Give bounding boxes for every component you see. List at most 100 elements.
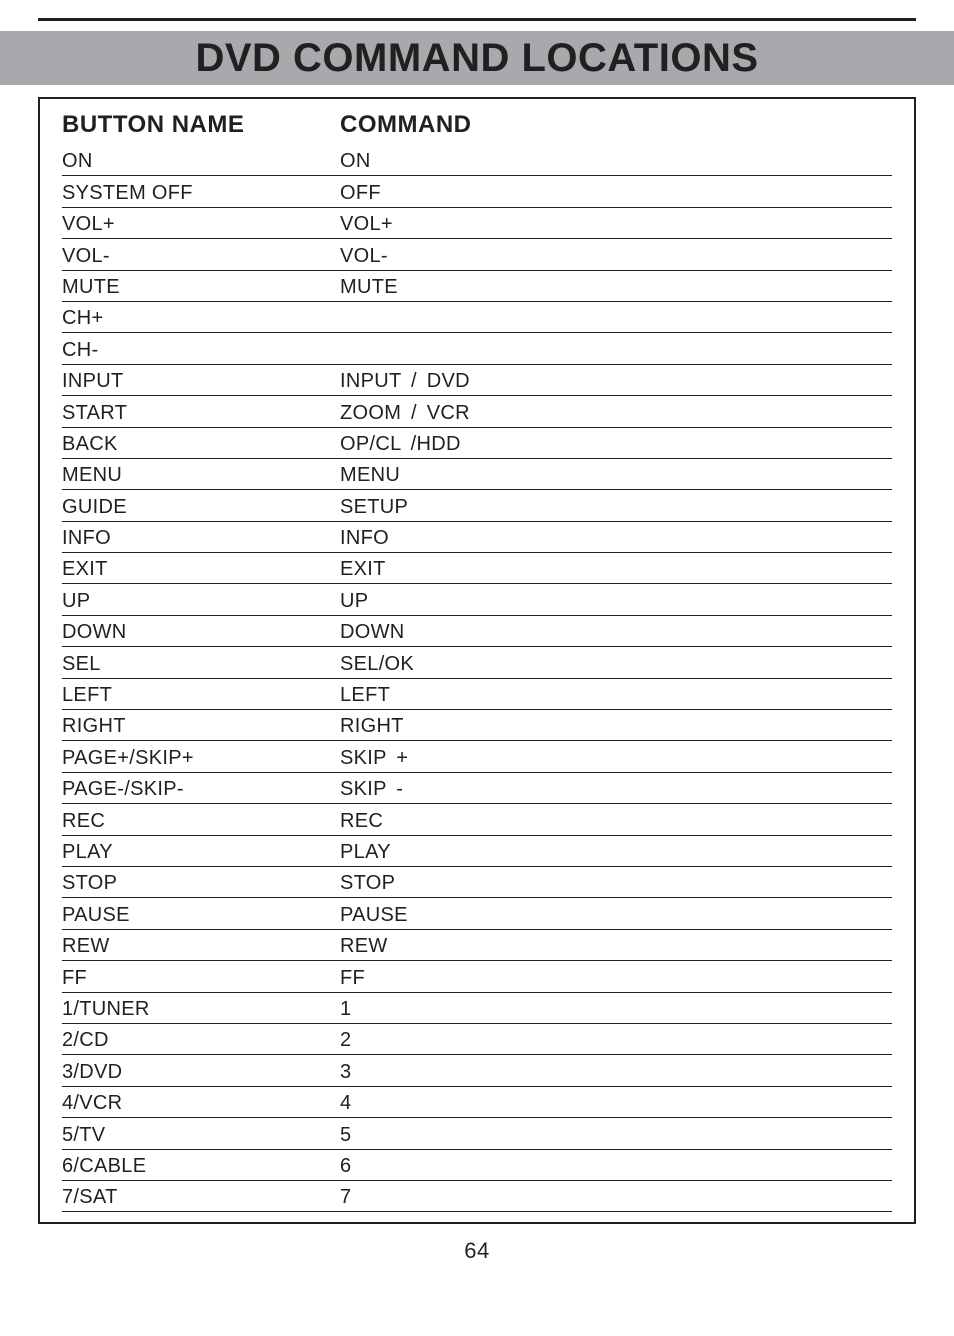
cell-button-name: GUIDE — [62, 496, 340, 521]
cell-button-name: ON — [62, 150, 340, 175]
table-row: VOL+VOL+ — [62, 208, 892, 239]
table-row: GUIDESETUP — [62, 490, 892, 521]
cell-command: MENU — [340, 464, 400, 489]
cell-button-name: MENU — [62, 464, 340, 489]
cell-command: EXIT — [340, 558, 386, 583]
table-row: MUTEMUTE — [62, 271, 892, 302]
cell-command: 6 — [340, 1155, 351, 1180]
cell-command: OFF — [340, 182, 381, 207]
table-row: EXITEXIT — [62, 553, 892, 584]
cell-button-name: INPUT — [62, 370, 340, 395]
cell-button-name: UP — [62, 590, 340, 615]
cell-button-name: DOWN — [62, 621, 340, 646]
cell-command: VOL- — [340, 245, 388, 270]
cell-command: PAUSE — [340, 904, 408, 929]
cell-button-name: 2/CD — [62, 1029, 340, 1054]
cell-command: SKIP - — [340, 778, 403, 803]
cell-button-name: VOL- — [62, 245, 340, 270]
cell-command: STOP — [340, 872, 395, 897]
table-row: PAGE-/SKIP-SKIP - — [62, 773, 892, 804]
table-row: STARTZOOM / VCR — [62, 396, 892, 427]
table-row: CH+ — [62, 302, 892, 333]
cell-button-name: INFO — [62, 527, 340, 552]
column-headers: BUTTON NAME COMMAND — [62, 111, 892, 139]
cell-button-name: 1/TUNER — [62, 998, 340, 1023]
cell-button-name: 3/DVD — [62, 1061, 340, 1086]
table-row: SYSTEM OFFOFF — [62, 176, 892, 207]
cell-command: ON — [340, 150, 371, 175]
cell-command: SETUP — [340, 496, 408, 521]
cell-command: UP — [340, 590, 368, 615]
table-row: FFFF — [62, 961, 892, 992]
title-band: DVD COMMAND LOCATIONS — [0, 31, 954, 85]
cell-command: OP/CL /HDD — [340, 433, 461, 458]
table-row: 3/DVD3 — [62, 1055, 892, 1086]
table-row: CH- — [62, 333, 892, 364]
table-row: 2/CD2 — [62, 1024, 892, 1055]
cell-command: 3 — [340, 1061, 351, 1086]
cell-command: 7 — [340, 1186, 351, 1211]
table-row: PAGE+/SKIP+SKIP + — [62, 741, 892, 772]
cell-command: INPUT / DVD — [340, 370, 470, 395]
cell-button-name: LEFT — [62, 684, 340, 709]
cell-button-name: VOL+ — [62, 213, 340, 238]
cell-button-name: SYSTEM OFF — [62, 182, 340, 207]
cell-command: DOWN — [340, 621, 405, 646]
cell-button-name: EXIT — [62, 558, 340, 583]
table-row: 4/VCR4 — [62, 1087, 892, 1118]
table-row: ONON — [62, 145, 892, 176]
cell-command: 4 — [340, 1092, 351, 1117]
table-row: 5/TV5 — [62, 1118, 892, 1149]
cell-command: SEL/OK — [340, 653, 414, 678]
cell-button-name: CH- — [62, 339, 340, 364]
cell-command: FF — [340, 967, 365, 992]
cell-button-name: SEL — [62, 653, 340, 678]
cell-button-name: PAGE-/SKIP- — [62, 778, 340, 803]
cell-command: REC — [340, 810, 383, 835]
cell-button-name: 6/CABLE — [62, 1155, 340, 1180]
table-row: REWREW — [62, 930, 892, 961]
page-number: 64 — [0, 1238, 954, 1264]
top-horizontal-rule — [38, 18, 916, 21]
cell-button-name: CH+ — [62, 307, 340, 332]
cell-button-name: FF — [62, 967, 340, 992]
table-row: RIGHTRIGHT — [62, 710, 892, 741]
cell-command: REW — [340, 935, 388, 960]
cell-button-name: REC — [62, 810, 340, 835]
table-row: PLAYPLAY — [62, 836, 892, 867]
table-row: DOWNDOWN — [62, 616, 892, 647]
column-header-command: COMMAND — [340, 111, 471, 139]
table-row: INFOINFO — [62, 522, 892, 553]
table-row: 6/CABLE6 — [62, 1150, 892, 1181]
table-row: STOPSTOP — [62, 867, 892, 898]
cell-button-name: PLAY — [62, 841, 340, 866]
cell-button-name: START — [62, 402, 340, 427]
cell-button-name: STOP — [62, 872, 340, 897]
table-row: 7/SAT7 — [62, 1181, 892, 1212]
page: DVD COMMAND LOCATIONS BUTTON NAME COMMAN… — [0, 0, 954, 1336]
command-table-frame: BUTTON NAME COMMAND ONONSYSTEM OFFOFFVOL… — [38, 97, 916, 1224]
cell-command: SKIP + — [340, 747, 408, 772]
table-row: MENUMENU — [62, 459, 892, 490]
cell-button-name: PAUSE — [62, 904, 340, 929]
cell-command: MUTE — [340, 276, 398, 301]
cell-button-name: 7/SAT — [62, 1186, 340, 1211]
cell-command: RIGHT — [340, 715, 404, 740]
cell-command: ZOOM / VCR — [340, 402, 470, 427]
cell-button-name: 4/VCR — [62, 1092, 340, 1117]
table-row: UPUP — [62, 584, 892, 615]
table-row: VOL-VOL- — [62, 239, 892, 270]
table-row: INPUTINPUT / DVD — [62, 365, 892, 396]
cell-button-name: BACK — [62, 433, 340, 458]
cell-button-name: REW — [62, 935, 340, 960]
cell-button-name: 5/TV — [62, 1124, 340, 1149]
table-row: 1/TUNER1 — [62, 993, 892, 1024]
cell-command: 2 — [340, 1029, 351, 1054]
cell-button-name: PAGE+/SKIP+ — [62, 747, 340, 772]
cell-button-name: MUTE — [62, 276, 340, 301]
table-body: ONONSYSTEM OFFOFFVOL+VOL+VOL-VOL-MUTEMUT… — [62, 145, 892, 1212]
cell-command: INFO — [340, 527, 389, 552]
cell-command: 5 — [340, 1124, 351, 1149]
table-row: PAUSEPAUSE — [62, 898, 892, 929]
cell-button-name: RIGHT — [62, 715, 340, 740]
